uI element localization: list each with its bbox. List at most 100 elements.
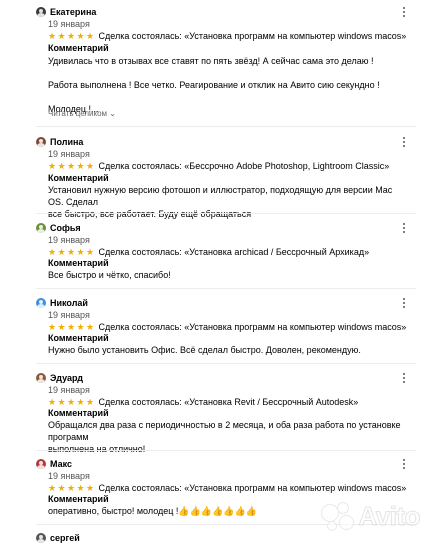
review-header: Софья: [36, 221, 81, 235]
comment-text: Нужно было установить Офис. Всё сделал б…: [48, 344, 410, 356]
review-header: Полина: [36, 135, 83, 149]
star-icon: ★: [67, 396, 76, 407]
deal-text: Сделка состоялась: «Установка программ н…: [98, 482, 407, 493]
star-icon: ★: [57, 482, 66, 493]
rating-stars: ★ ★ ★ ★ ★: [48, 31, 96, 42]
more-options-icon[interactable]: [401, 297, 407, 309]
rating-stars: ★ ★ ★ ★ ★: [48, 161, 96, 172]
comment-text: Установил нужную версию фотошоп и иллюст…: [48, 184, 410, 220]
chevron-down-icon[interactable]: ⌄: [109, 109, 116, 118]
star-icon: ★: [76, 321, 85, 332]
comment-line: выполнена на отлично!: [48, 444, 146, 454]
avito-watermark: Avito: [320, 498, 421, 534]
review-header: сергей: [36, 531, 80, 545]
star-icon: ★: [57, 30, 66, 41]
avatar[interactable]: [36, 298, 46, 308]
comment-label: Комментарий: [48, 408, 109, 418]
star-icon: ★: [86, 396, 95, 407]
comment-label: Комментарий: [48, 258, 109, 268]
comment-label: Комментарий: [48, 333, 109, 343]
review-header: Эдуард: [36, 371, 83, 385]
avatar[interactable]: [36, 373, 46, 383]
deal-text: Сделка состоялась: «Установка Revit / Бе…: [98, 396, 359, 407]
star-icon: ★: [48, 396, 57, 407]
star-icon: ★: [67, 160, 76, 171]
comment-line: Работа выполнена ! Все четко. Реагирован…: [48, 80, 380, 90]
star-icon: ★: [86, 160, 95, 171]
star-icon: ★: [67, 30, 76, 41]
deal-text: Сделка состоялась: «Бессрочно Adobe Phot…: [98, 160, 390, 171]
star-icon: ★: [86, 482, 95, 493]
avatar[interactable]: [36, 223, 46, 233]
divider: [36, 213, 416, 214]
deal-line: ★ ★ ★ ★ ★ Сделка состоялась: «Установка Revi…: [48, 396, 358, 408]
star-icon: ★: [86, 246, 95, 257]
review-header: Николай: [36, 296, 88, 310]
more-options-icon[interactable]: [401, 372, 407, 384]
reviewer-name[interactable]: Макс: [50, 458, 72, 470]
rating-stars: ★ ★ ★ ★ ★: [48, 397, 96, 408]
avito-logo-icon: [320, 501, 355, 531]
divider: [36, 126, 416, 127]
star-icon: ★: [48, 321, 57, 332]
more-options-icon[interactable]: [401, 136, 407, 148]
review-date: 19 января: [48, 235, 90, 245]
reviewer-name[interactable]: сергей: [50, 532, 80, 544]
star-icon: ★: [48, 482, 57, 493]
rating-stars: ★ ★ ★ ★ ★: [48, 322, 96, 333]
star-icon: ★: [67, 246, 76, 257]
review-date: 19 января: [48, 471, 90, 481]
rating-stars: ★ ★ ★ ★ ★: [48, 247, 96, 258]
star-icon: ★: [76, 246, 85, 257]
divider: [36, 288, 416, 289]
comment-line: Все быстро и чётко, спасибо!: [48, 270, 171, 280]
rating-stars: ★ ★ ★ ★ ★: [48, 483, 96, 494]
comment-line: Установил нужную версию фотошоп и иллюст…: [48, 185, 393, 207]
star-icon: ★: [48, 160, 57, 171]
avatar[interactable]: [36, 7, 46, 17]
avatar[interactable]: [36, 459, 46, 469]
reviewer-name[interactable]: Полина: [50, 136, 83, 148]
comment-label: Комментарий: [48, 494, 109, 504]
comment-label: Комментарий: [48, 43, 109, 53]
deal-line: ★ ★ ★ ★ ★ Сделка состоялась: «Бессрочно Adob…: [48, 160, 389, 172]
comment-line: Удивилась что в отзывах все ставят по пя…: [48, 56, 374, 66]
deal-line: ★ ★ ★ ★ ★ Сделка состоялась: «Установка прог…: [48, 482, 406, 494]
comment-line: Обращался два раза с периодичностью в 2 …: [48, 420, 401, 442]
star-icon: ★: [86, 30, 95, 41]
review-date: 19 января: [48, 385, 90, 395]
review-header: Макс: [36, 457, 72, 471]
avito-wordmark: Avito: [358, 500, 421, 531]
more-options-icon[interactable]: [401, 6, 407, 18]
more-options-icon[interactable]: [401, 458, 407, 470]
review-date: 19 января: [48, 310, 90, 320]
star-icon: ★: [67, 482, 76, 493]
deal-line: ★ ★ ★ ★ ★ Сделка состоялась: «Установка прог…: [48, 30, 406, 42]
comment-line: Нужно было установить Офис. Всё сделал б…: [48, 345, 361, 355]
star-icon: ★: [57, 321, 66, 332]
reviewer-name[interactable]: Софья: [50, 222, 81, 234]
star-icon: ★: [57, 160, 66, 171]
reviewer-name[interactable]: Эдуард: [50, 372, 83, 384]
deal-line: ★ ★ ★ ★ ★ Сделка состоялась: «Установка прог…: [48, 321, 406, 333]
comment-line: все быстро, все работает. Буду ещё обращ…: [48, 209, 252, 219]
star-icon: ★: [57, 396, 66, 407]
star-icon: ★: [48, 30, 57, 41]
star-icon: ★: [86, 321, 95, 332]
reviewer-name[interactable]: Николай: [50, 297, 88, 309]
review-date: 19 января: [48, 19, 90, 29]
deal-line: ★ ★ ★ ★ ★ Сделка состоялась: «Установка arch…: [48, 246, 369, 258]
divider: [36, 363, 416, 364]
star-icon: ★: [67, 321, 76, 332]
avatar[interactable]: [36, 137, 46, 147]
avatar[interactable]: [36, 533, 46, 543]
comment-line: [48, 91, 410, 103]
comment-label: Комментарий: [48, 173, 109, 183]
show-more-link[interactable]: Читать целиком ⌄: [48, 109, 116, 119]
reviewer-name[interactable]: Екатерина: [50, 6, 96, 18]
review-date: 19 января: [48, 149, 90, 159]
deal-text: Сделка состоялась: «Установка программ н…: [98, 321, 407, 332]
more-options-icon[interactable]: [401, 222, 407, 234]
show-more-label[interactable]: Читать целиком: [48, 109, 107, 118]
star-icon: ★: [48, 246, 57, 257]
